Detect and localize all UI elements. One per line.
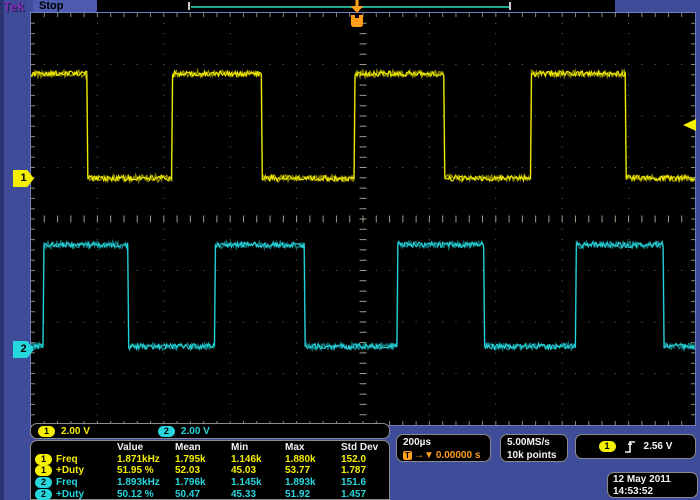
ch2-scale-readout: 2.00 V (181, 426, 210, 437)
measurement-row-ch2-freq: 2 Freq 1.893kHz 1.796k 1.145k 1.893k 151.… (35, 477, 389, 489)
measurement-std-dev: 1.457 (341, 489, 389, 500)
trigger-level-readout: 2.56 V (644, 441, 673, 452)
measurement-row-ch2-duty: 2 +Duty 50.12 % 50.47 45.33 51.92 1.457 (35, 488, 389, 500)
datetime-readout: 12 May 2011 14:53:52 (607, 472, 698, 498)
measurement-value: 51.95 % (117, 465, 175, 476)
measurement-max: 1.880k (285, 454, 341, 465)
trigger-flag-icon: T (403, 451, 412, 460)
measurement-name: Freq (56, 477, 78, 488)
trigger-readout: 1 2.56 V (575, 434, 696, 459)
col-min: Min (231, 442, 285, 453)
measurement-max: 1.893k (285, 477, 341, 488)
ch1-badge: 1 (35, 454, 52, 465)
measurement-mean: 1.796k (175, 477, 231, 488)
timebase-readout: 200µs (403, 436, 490, 449)
measurement-max: 53.77 (285, 465, 341, 476)
measurement-min: 45.03 (231, 465, 285, 476)
trigger-level-arrow-icon (683, 119, 696, 131)
measurement-header-row: Value Mean Min Max Std Dev (35, 442, 389, 454)
measurement-max: 51.92 (285, 489, 341, 500)
date-readout: 12 May 2011 (613, 474, 697, 486)
measurement-mean: 50.47 (175, 489, 231, 500)
measurement-min: 1.146k (231, 454, 285, 465)
delay-readout: T →▼ 0.00000 s (403, 449, 490, 462)
measurement-mean: 52.03 (175, 465, 231, 476)
trigger-position-icon (345, 0, 369, 28)
record-view-left-bracket-icon (188, 2, 190, 10)
trigger-source-badge: 1 (599, 441, 616, 452)
measurement-name: +Duty (56, 489, 84, 500)
acquisition-readout: 5.00MS/s 10k points (500, 434, 568, 462)
measurement-name: Freq (56, 454, 78, 465)
time-readout: 14:53:52 (613, 486, 697, 498)
col-max: Max (285, 442, 341, 453)
measurement-value: 1.893kHz (117, 477, 175, 488)
horizontal-readout: 200µs T →▼ 0.00000 s (396, 434, 491, 462)
tek-logo: Tek (3, 0, 24, 14)
measurement-panel: Value Mean Min Max Std Dev 1 Freq 1.871kH… (30, 440, 390, 500)
channel-scale-bar: 1 2.00 V 2 2.00 V (30, 423, 390, 439)
ch2-ground-marker-label: 2 (20, 343, 26, 355)
ch2-badge: 2 (158, 426, 175, 437)
delay-arrow-icon: →▼ (414, 449, 434, 462)
measurement-value: 50.12 % (117, 489, 175, 500)
delay-value: 0.00000 s (436, 449, 481, 462)
graticule (30, 12, 696, 426)
bezel-edge (0, 0, 4, 500)
col-value: Value (117, 442, 175, 453)
measurement-std-dev: 151.6 (341, 477, 389, 488)
col-mean: Mean (175, 442, 231, 453)
measurement-name: +Duty (56, 465, 84, 476)
ch2-badge: 2 (35, 489, 52, 500)
sample-rate-readout: 5.00MS/s (507, 436, 567, 449)
measurement-std-dev: 1.787 (341, 465, 389, 476)
acquisition-status-label: Stop (39, 0, 63, 12)
ch2-badge: 2 (35, 477, 52, 488)
ch1-badge: 1 (38, 426, 55, 437)
ch1-scale-readout: 2.00 V (61, 426, 90, 437)
measurement-std-dev: 152.0 (341, 454, 389, 465)
measurement-min: 45.33 (231, 489, 285, 500)
ch1-ground-marker-label: 1 (20, 172, 26, 184)
measurement-row-ch1-freq: 1 Freq 1.871kHz 1.795k 1.146k 1.880k 152.… (35, 454, 389, 466)
measurement-row-ch1-duty: 1 +Duty 51.95 % 52.03 45.03 53.77 1.787 (35, 465, 389, 477)
record-view-right-bracket-icon (509, 2, 511, 10)
rising-edge-icon (624, 440, 636, 454)
measurement-min: 1.145k (231, 477, 285, 488)
record-length-readout: 10k points (507, 449, 567, 462)
ch1-badge: 1 (35, 465, 52, 476)
measurement-mean: 1.795k (175, 454, 231, 465)
waveform-svg (31, 13, 695, 425)
col-std-dev: Std Dev (341, 442, 389, 453)
measurement-value: 1.871kHz (117, 454, 175, 465)
